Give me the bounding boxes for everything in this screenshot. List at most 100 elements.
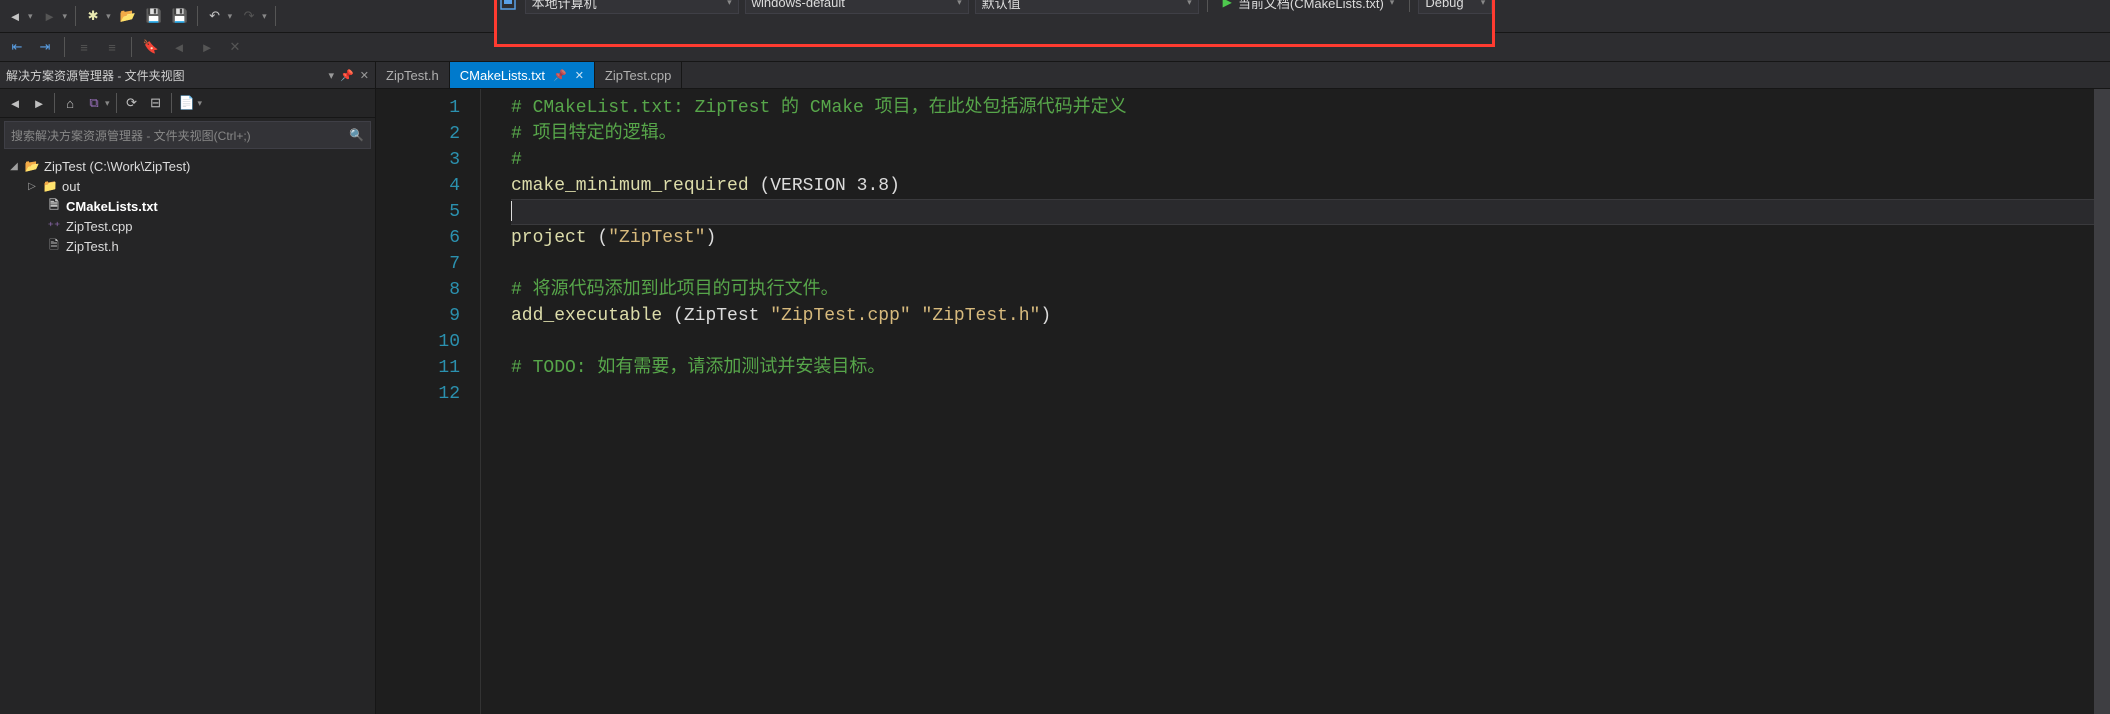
- toolbar-separator: [1207, 0, 1208, 12]
- redo-dropdown-icon[interactable]: ▾: [262, 11, 267, 22]
- toolbar-separator: [64, 37, 65, 57]
- toolbar-separator: [75, 6, 76, 26]
- bookmark-prev-icon[interactable]: ◄: [168, 36, 190, 58]
- expander-closed-icon[interactable]: ▷: [26, 181, 38, 192]
- pin-icon[interactable]: 📌: [553, 69, 567, 82]
- cmake-toolbar-highlight: 本地计算机 ▾ windows-default ▾ 默认值 ▾ ▶ 当前文档(C…: [494, 0, 1496, 47]
- close-icon[interactable]: ✕: [360, 69, 369, 82]
- switch-view-icon[interactable]: ⧉: [83, 92, 105, 114]
- uncomment-icon[interactable]: ≡: [101, 36, 123, 58]
- panel-search-placeholder: 搜索解决方案资源管理器 - 文件夹视图(Ctrl+;): [11, 127, 251, 144]
- collapse-all-icon[interactable]: ⊟: [145, 92, 167, 114]
- editor-tabstrip: ZipTest.h CMakeLists.txt 📌 ✕ ZipTest.cpp: [376, 62, 2110, 89]
- new-file-icon[interactable]: ✱: [82, 5, 104, 27]
- configuration-value: windows-default: [752, 0, 845, 10]
- solution-tree: ◢ 📂 ZipTest (C:\Work\ZipTest) ▷ 📁 out 🗎 …: [0, 152, 375, 714]
- tree-item-file[interactable]: 🗎 CMakeLists.txt: [0, 196, 375, 216]
- panel-header: 解决方案资源管理器 - 文件夹视图 ▾ 📌 ✕: [0, 62, 375, 89]
- toolbar-separator: [131, 37, 132, 57]
- save-icon[interactable]: 💾: [143, 5, 165, 27]
- indent-left-icon[interactable]: ⇤: [6, 36, 28, 58]
- tab-label: ZipTest.cpp: [605, 68, 671, 83]
- solution-config-combo[interactable]: Debug ▾: [1418, 0, 1492, 14]
- panel-dropdown-icon[interactable]: ▾: [329, 69, 335, 82]
- folder-icon: 📁: [42, 179, 58, 193]
- folder-open-icon: 📂: [24, 159, 40, 173]
- configuration-combo[interactable]: windows-default ▾: [745, 0, 969, 14]
- tree-item-label: ZipTest.h: [66, 239, 119, 254]
- build-config-combo[interactable]: 默认值 ▾: [975, 0, 1199, 14]
- run-current-document-button[interactable]: ▶ 当前文档(CMakeLists.txt) ▾: [1216, 0, 1402, 14]
- tree-item-label: out: [62, 179, 80, 194]
- solution-config-value: Debug: [1425, 0, 1463, 10]
- build-config-value: 默认值: [982, 0, 1021, 12]
- toolbar-separator: [54, 93, 55, 113]
- search-icon: 🔍: [349, 128, 364, 142]
- panel-toolbar: ◄ ► ⌂ ⧉ ▾ ⟳ ⊟ 📄 ▾: [0, 89, 375, 118]
- dropdown-arrow-icon: ▾: [727, 0, 732, 8]
- nav-forward-icon[interactable]: ►: [39, 5, 61, 27]
- tree-root-label: ZipTest (C:\Work\ZipTest): [44, 159, 190, 174]
- editor-tab[interactable]: ZipTest.cpp: [595, 62, 682, 88]
- open-icon[interactable]: 📂: [117, 5, 139, 27]
- back-icon[interactable]: ◄: [4, 92, 26, 114]
- editor-area: ZipTest.h CMakeLists.txt 📌 ✕ ZipTest.cpp…: [376, 62, 2110, 714]
- line-number-gutter: 123456789101112: [376, 89, 481, 714]
- cpp-file-icon: ⁺⁺: [46, 219, 62, 233]
- tree-item-label: ZipTest.cpp: [66, 219, 132, 234]
- tab-label: ZipTest.h: [386, 68, 439, 83]
- nav-back-icon[interactable]: ◄: [4, 5, 26, 27]
- target-machine-value: 本地计算机: [532, 0, 597, 12]
- tab-label: CMakeLists.txt: [460, 68, 545, 83]
- run-label: 当前文档(CMakeLists.txt): [1238, 0, 1384, 12]
- file-icon: 🗎: [46, 196, 62, 217]
- home-icon[interactable]: ⌂: [59, 92, 81, 114]
- tree-item-file[interactable]: 🗎 ZipTest.h: [0, 236, 375, 256]
- show-all-dropdown-icon[interactable]: ▾: [198, 98, 203, 109]
- nav-back-dropdown-icon[interactable]: ▾: [28, 11, 33, 22]
- nav-forward-dropdown-icon[interactable]: ▾: [63, 11, 68, 22]
- toolbar-separator: [171, 93, 172, 113]
- target-machine-icon[interactable]: [497, 0, 519, 13]
- bookmark-next-icon[interactable]: ►: [196, 36, 218, 58]
- target-machine-combo[interactable]: 本地计算机 ▾: [525, 0, 739, 14]
- pin-icon[interactable]: 📌: [340, 69, 354, 82]
- switch-view-dropdown-icon[interactable]: ▾: [105, 98, 110, 109]
- main-toolbar: ◄ ▾ ► ▾ ✱ ▾ 📂 💾 💾 ↶ ▾ ↷ ▾ 本地计算机 ▾ window…: [0, 0, 2110, 33]
- tree-item-file[interactable]: ⁺⁺ ZipTest.cpp: [0, 216, 375, 236]
- toolbar-separator: [197, 6, 198, 26]
- play-icon: ▶: [1223, 0, 1232, 9]
- undo-icon[interactable]: ↶: [204, 5, 226, 27]
- main-area: 解决方案资源管理器 - 文件夹视图 ▾ 📌 ✕ ◄ ► ⌂ ⧉ ▾ ⟳ ⊟ 📄 …: [0, 62, 2110, 714]
- toolbar-separator: [275, 6, 276, 26]
- close-icon[interactable]: ✕: [575, 69, 584, 82]
- dropdown-arrow-icon: ▾: [1390, 0, 1395, 8]
- redo-icon[interactable]: ↷: [238, 5, 260, 27]
- bookmark-clear-icon[interactable]: ✕: [224, 36, 246, 58]
- tree-item-folder[interactable]: ▷ 📁 out: [0, 176, 375, 196]
- save-all-icon[interactable]: 💾: [169, 5, 191, 27]
- refresh-icon[interactable]: ⟳: [121, 92, 143, 114]
- new-file-dropdown-icon[interactable]: ▾: [106, 11, 111, 22]
- file-icon: 🗎: [46, 236, 62, 257]
- show-all-files-icon[interactable]: 📄: [176, 92, 198, 114]
- bookmark-icon[interactable]: 🔖: [140, 36, 162, 58]
- tree-item-label: CMakeLists.txt: [66, 199, 158, 214]
- tree-root[interactable]: ◢ 📂 ZipTest (C:\Work\ZipTest): [0, 156, 375, 176]
- toolbar-separator: [116, 93, 117, 113]
- editor-tab[interactable]: ZipTest.h: [376, 62, 450, 88]
- toolbar-separator: [1409, 0, 1410, 12]
- dropdown-arrow-icon: ▾: [957, 0, 962, 8]
- editor-scrollbar[interactable]: [2094, 89, 2110, 714]
- code-content[interactable]: # CMakeList.txt: ZipTest 的 CMake 项目，在此处包…: [481, 89, 2110, 714]
- code-editor[interactable]: 123456789101112 # CMakeList.txt: ZipTest…: [376, 89, 2110, 714]
- panel-search[interactable]: 搜索解决方案资源管理器 - 文件夹视图(Ctrl+;) 🔍: [4, 121, 371, 149]
- forward-icon[interactable]: ►: [28, 92, 50, 114]
- dropdown-arrow-icon: ▾: [1187, 0, 1192, 8]
- undo-dropdown-icon[interactable]: ▾: [228, 11, 233, 22]
- solution-explorer-panel: 解决方案资源管理器 - 文件夹视图 ▾ 📌 ✕ ◄ ► ⌂ ⧉ ▾ ⟳ ⊟ 📄 …: [0, 62, 376, 714]
- comment-icon[interactable]: ≡: [73, 36, 95, 58]
- expander-open-icon[interactable]: ◢: [8, 161, 20, 172]
- editor-tab-active[interactable]: CMakeLists.txt 📌 ✕: [450, 62, 595, 88]
- indent-right-icon[interactable]: ⇥: [34, 36, 56, 58]
